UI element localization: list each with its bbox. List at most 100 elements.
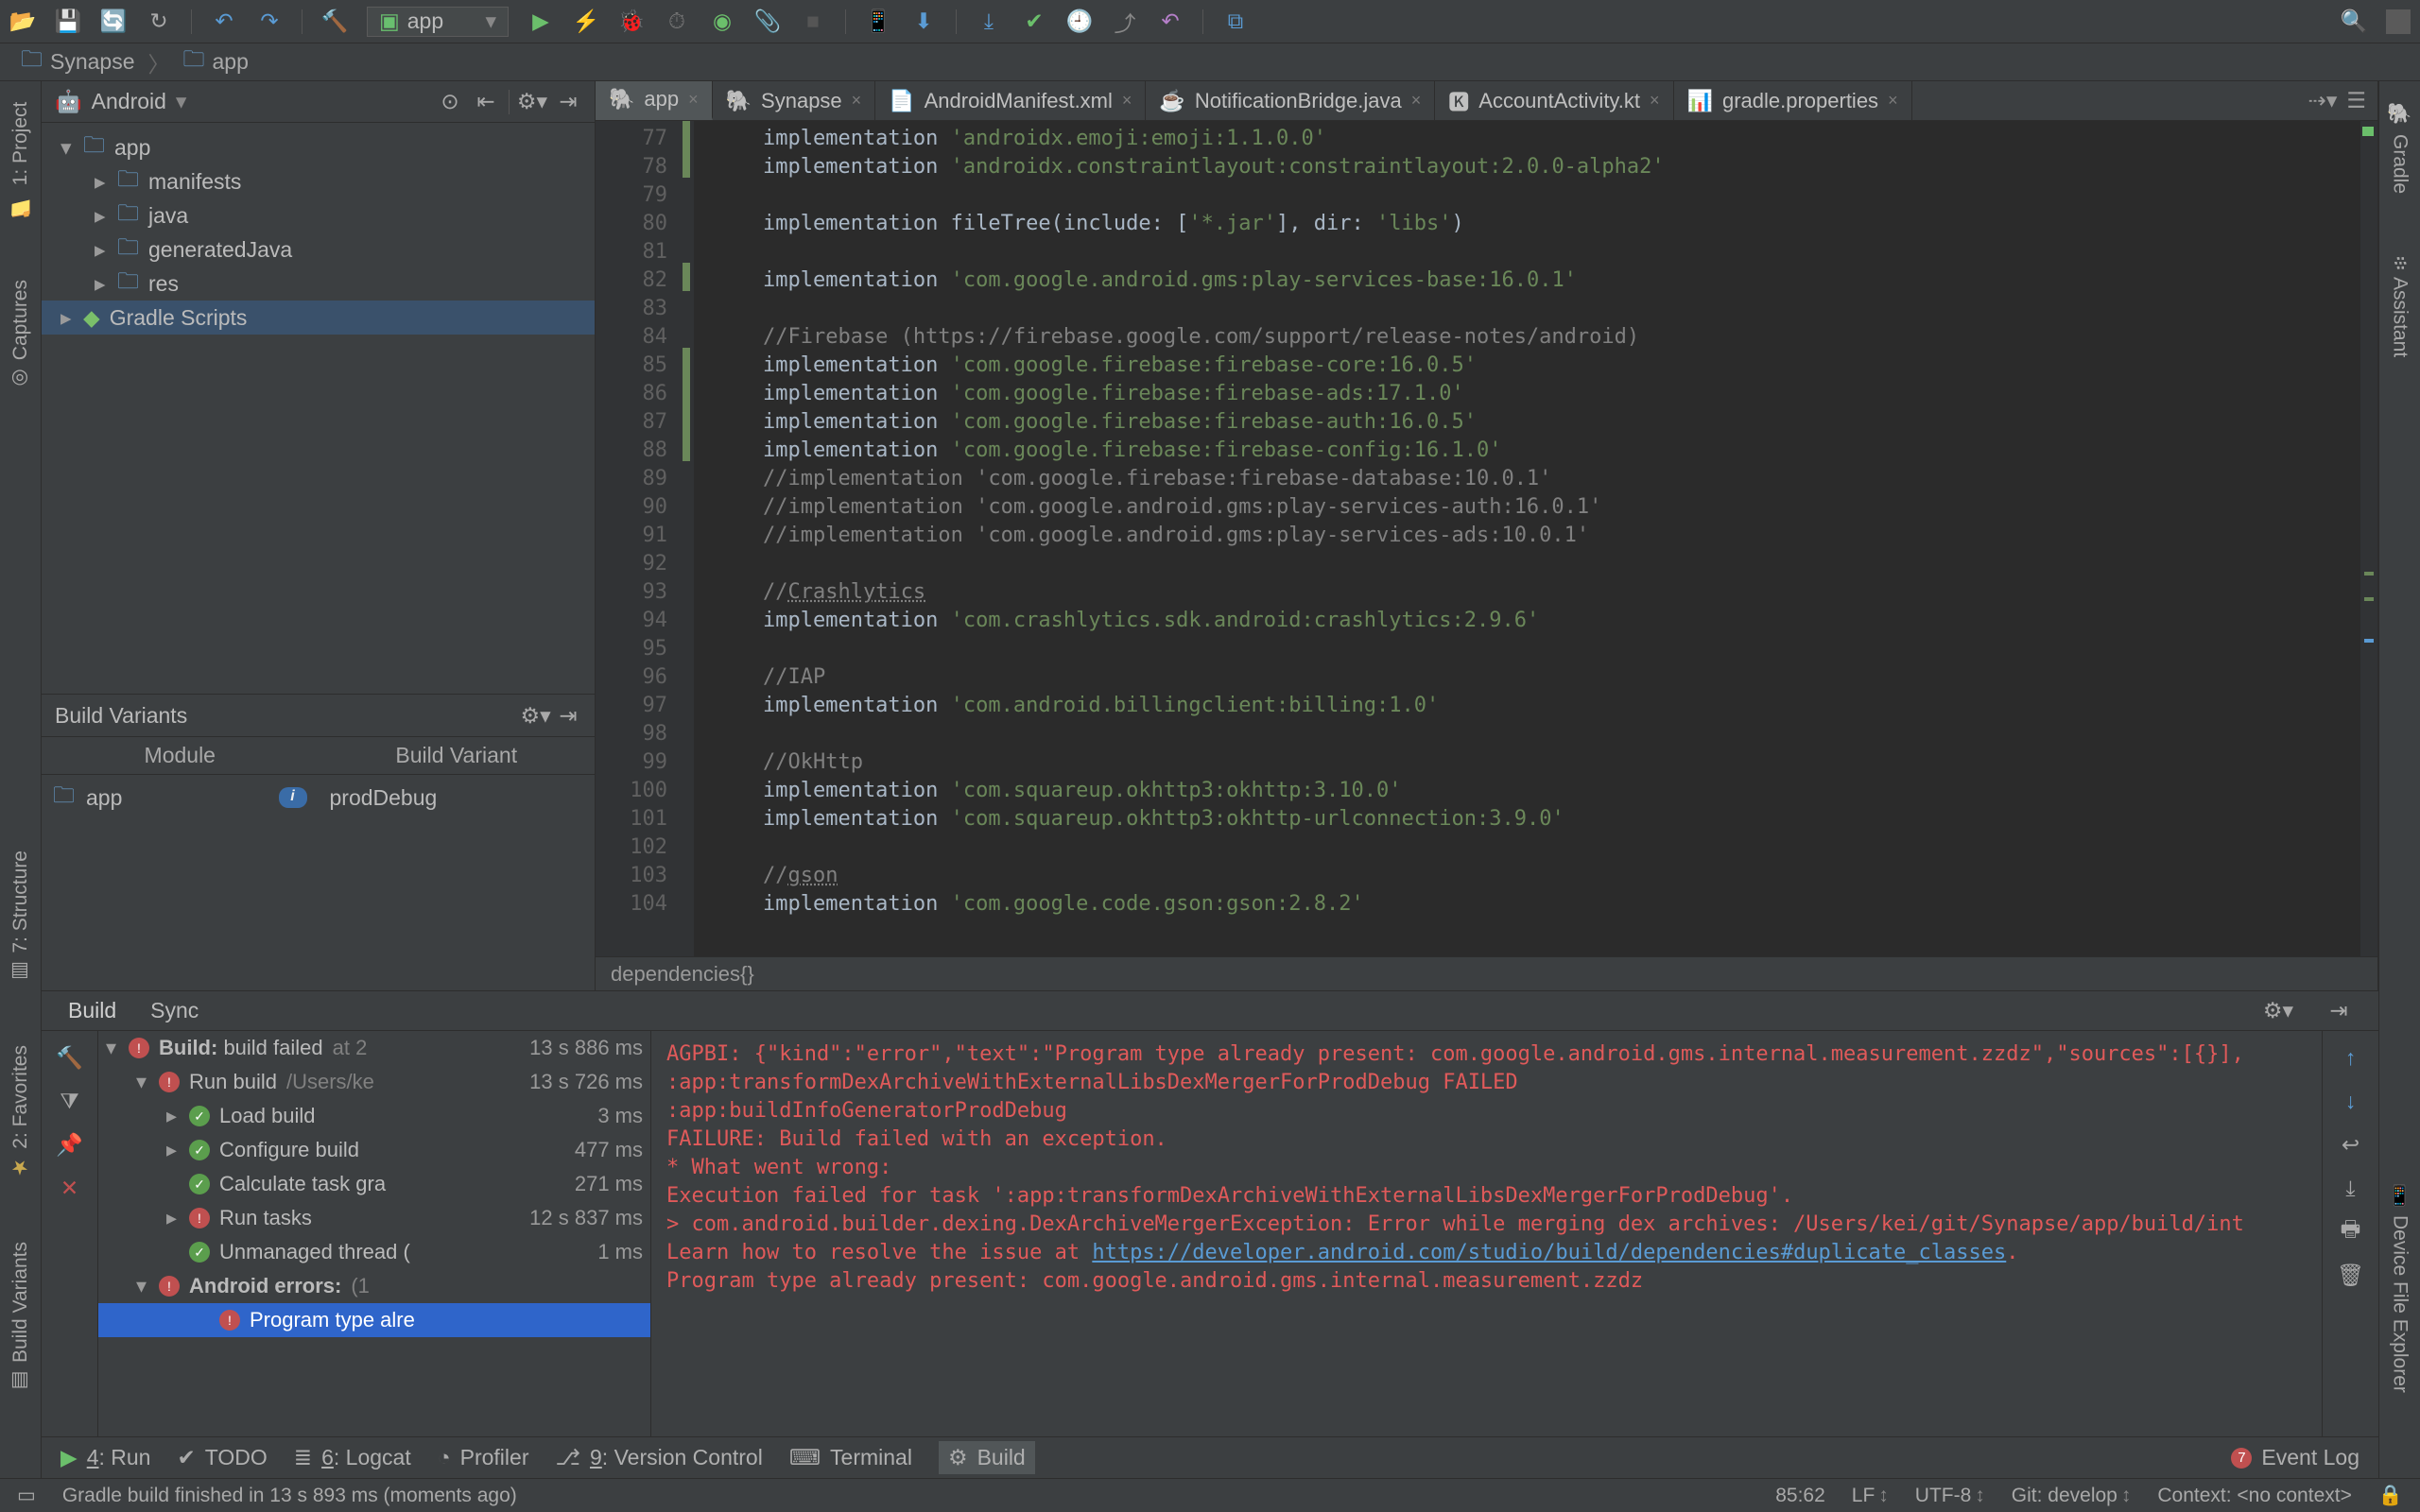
vcs-revert-icon[interactable]: ↶	[1157, 9, 1184, 35]
editor-tab[interactable]: 🅺AccountActivity.kt×	[1435, 81, 1673, 120]
bottom-tool-build[interactable]: ⚙Build	[939, 1441, 1035, 1474]
bv-variant[interactable]: prodDebug	[330, 785, 438, 811]
build-console[interactable]: AGPBI: {"kind":"error","text":"Program t…	[651, 1031, 2322, 1436]
error-stripe[interactable]	[2360, 121, 2377, 956]
sync-project-icon[interactable]: ↻	[146, 9, 172, 35]
debug-icon[interactable]: 🐞	[618, 9, 645, 35]
build-tree[interactable]: ▾!Build: build failed at 213 s 886 ms▾!R…	[98, 1031, 651, 1436]
tree-node[interactable]: ▸◆Gradle Scripts	[42, 301, 595, 335]
status-line-ending[interactable]: LF	[1852, 1485, 1889, 1507]
event-log-button[interactable]: 7 Event Log	[2231, 1445, 2360, 1470]
soft-wrap-icon[interactable]: ↩	[2338, 1131, 2364, 1158]
hide-icon[interactable]: ⇥	[555, 702, 581, 729]
bv-row[interactable]: 🗀 app prodDebug	[42, 775, 595, 820]
gear-icon[interactable]: ⚙▾	[523, 702, 549, 729]
undo-icon[interactable]: ↶	[211, 9, 237, 35]
hammer-icon[interactable]: 🔨	[57, 1044, 83, 1071]
tab-sync[interactable]: Sync	[150, 998, 199, 1023]
editor-tab[interactable]: 🐘app×	[596, 81, 713, 120]
project-tree[interactable]: ▾🗀app▸🗀manifests▸🗀java▸🗀generatedJava▸🗀r…	[42, 123, 595, 694]
user-icon[interactable]	[2386, 9, 2411, 34]
breadcrumb-item[interactable]: 🗀 Synapse	[11, 42, 145, 82]
pin-icon[interactable]: 📌	[57, 1131, 83, 1158]
close-icon[interactable]: ×	[852, 91, 862, 111]
trash-icon[interactable]: 🗑	[2338, 1262, 2364, 1288]
tool-assistant[interactable]: ፨Assistant	[2389, 247, 2411, 368]
save-all-icon[interactable]: 💾	[55, 9, 81, 35]
run-config-dropdown[interactable]: ▣ app ▾	[367, 7, 509, 37]
build-tree-row[interactable]: !Program type alre	[98, 1303, 650, 1337]
bottom-tool-todo[interactable]: ✔TODO	[177, 1445, 267, 1470]
tool-project[interactable]: 📁1: Project	[9, 93, 32, 227]
tree-node[interactable]: ▸🗀res	[42, 266, 595, 301]
hide-icon[interactable]: ⇥	[2325, 998, 2352, 1024]
build-tree-row[interactable]: ▾!Run build /Users/ke13 s 726 ms	[98, 1065, 650, 1099]
breadcrumb-item[interactable]: 🗀 app	[174, 42, 258, 82]
scroll-end-icon[interactable]: ⤓	[2338, 1175, 2364, 1201]
editor-tab[interactable]: 📊gradle.properties×	[1674, 81, 1912, 120]
console-link[interactable]: https://developer.android.com/studio/bui…	[1092, 1241, 2006, 1264]
structure-icon[interactable]: ⧉	[1222, 9, 1249, 35]
gutter[interactable]: 7778798081828384858687888990919293949596…	[596, 121, 679, 956]
build-tree-row[interactable]: ▸!Run tasks12 s 837 ms	[98, 1201, 650, 1235]
vcs-commit-icon[interactable]: ✔	[1021, 9, 1047, 35]
make-icon[interactable]: 🔨	[321, 9, 348, 35]
bottom-tool-profiler[interactable]: ◔Profiler	[438, 1445, 529, 1470]
redo-icon[interactable]: ↷	[256, 9, 283, 35]
tab-menu-icon[interactable]: ☰	[2346, 88, 2366, 113]
gear-icon[interactable]: ⚙▾	[2265, 998, 2291, 1024]
tree-node[interactable]: ▸🗀manifests	[42, 164, 595, 198]
open-icon[interactable]: 📂	[9, 9, 36, 35]
build-tree-row[interactable]: ▾!Build: build failed at 213 s 886 ms	[98, 1031, 650, 1065]
close-icon[interactable]: ×	[1650, 91, 1660, 111]
attach-icon[interactable]: 📎	[754, 9, 781, 35]
status-context[interactable]: Context: <no context>	[2157, 1485, 2351, 1507]
editor-tab[interactable]: 🐘Synapse×	[713, 81, 876, 120]
vcs-push-icon[interactable]: ⤴	[1112, 9, 1138, 35]
run-icon[interactable]: ▶	[527, 9, 554, 35]
build-tree-row[interactable]: ▾!Android errors: (1	[98, 1269, 650, 1303]
close-icon[interactable]: ×	[688, 90, 699, 110]
bottom-tool-vcs[interactable]: ⎇9: Version Control	[555, 1445, 762, 1470]
status-icon[interactable]: ▭	[17, 1484, 36, 1507]
project-mode[interactable]: Android	[92, 89, 166, 114]
coverage-icon[interactable]: ◉	[709, 9, 735, 35]
close-icon[interactable]: ×	[1411, 91, 1422, 111]
print-icon[interactable]: 🖶	[2338, 1218, 2364, 1245]
tool-structure[interactable]: ▤7: Structure	[9, 841, 32, 993]
tool-device-explorer[interactable]: 📱Device File Explorer	[2389, 1174, 2411, 1402]
vcs-history-icon[interactable]: 🕘	[1066, 9, 1093, 35]
tree-node[interactable]: ▾🗀app	[42, 130, 595, 164]
collapse-icon[interactable]: ⇤	[473, 89, 499, 115]
editor-crumb[interactable]: dependencies{}	[596, 956, 2377, 990]
bottom-tool-terminal[interactable]: ⌨Terminal	[789, 1445, 912, 1470]
tool-build-variants[interactable]: ▥Build Variants	[9, 1232, 32, 1402]
build-tree-row[interactable]: ▸✓Configure build477 ms	[98, 1133, 650, 1167]
hide-icon[interactable]: ⇥	[555, 89, 581, 115]
build-tree-row[interactable]: ▸✓Load build3 ms	[98, 1099, 650, 1133]
marker[interactable]	[2364, 597, 2374, 601]
tool-gradle[interactable]: 🐘Gradle	[2389, 93, 2411, 203]
sync-icon[interactable]: 🔄	[100, 9, 127, 35]
status-encoding[interactable]: UTF-8	[1915, 1485, 1985, 1507]
lock-icon[interactable]: 🔒	[2378, 1485, 2403, 1507]
marker[interactable]	[2364, 639, 2374, 643]
vcs-update-icon[interactable]: ⤓	[976, 9, 1002, 35]
chevron-down-icon[interactable]: ▾	[176, 89, 187, 114]
bottom-tool-logcat[interactable]: ≣6: Logcat	[294, 1445, 411, 1470]
sdk-icon[interactable]: ⬇	[910, 9, 937, 35]
stop-icon[interactable]: ■	[800, 9, 826, 35]
apply-changes-icon[interactable]: ⚡	[573, 9, 599, 35]
target-icon[interactable]: ⊙	[437, 89, 463, 115]
close-icon[interactable]: ×	[1122, 91, 1132, 111]
gear-icon[interactable]: ⚙▾	[519, 89, 545, 115]
status-caret[interactable]: 85:62	[1775, 1485, 1825, 1507]
search-icon[interactable]: 🔍	[2341, 9, 2367, 35]
tab-overflow-icon[interactable]: ⇢▾	[2308, 88, 2338, 113]
tool-favorites[interactable]: ★2: Favorites	[9, 1036, 32, 1189]
close-icon[interactable]: ×	[1888, 91, 1898, 111]
down-icon[interactable]: ↓	[2338, 1088, 2364, 1114]
info-icon[interactable]	[279, 787, 307, 808]
avd-icon[interactable]: 📱	[865, 9, 891, 35]
profile-icon[interactable]: ⏱	[664, 9, 690, 35]
